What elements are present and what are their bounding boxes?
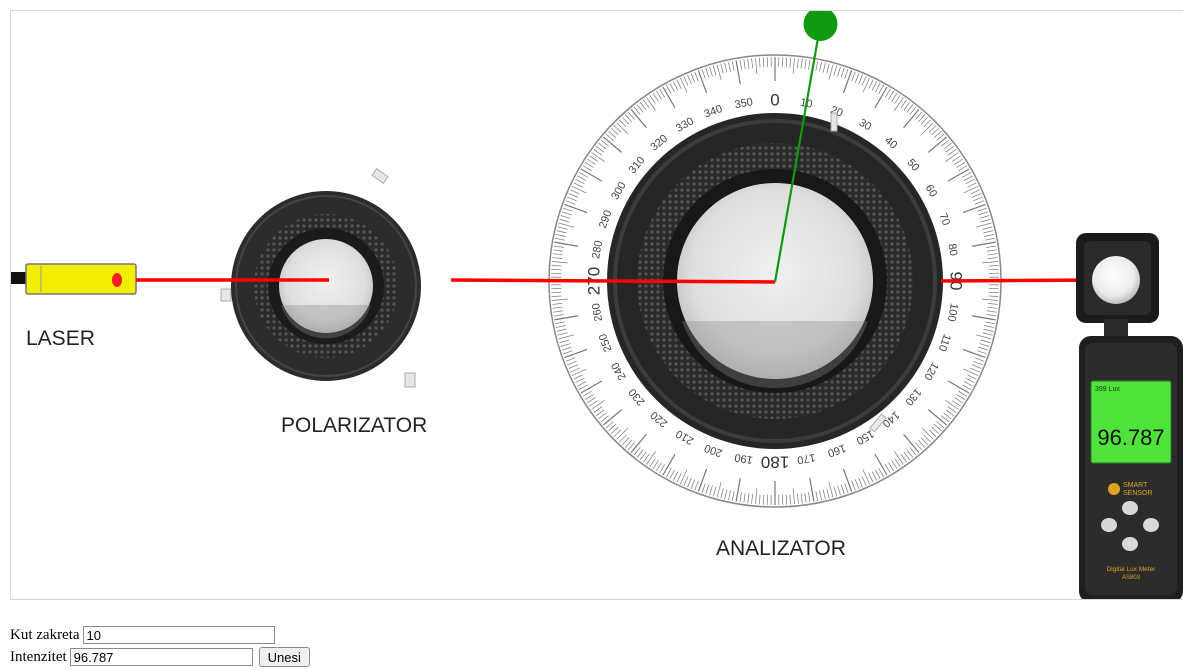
angle-row: Kut zakreta xyxy=(10,624,310,646)
intensity-input[interactable] xyxy=(69,648,253,666)
lux-reading: 96.787 xyxy=(1097,425,1164,450)
scale-label: 180 xyxy=(761,453,789,472)
analyzer-label: ANALIZATOR xyxy=(716,537,846,560)
intensity-label: Intenzitet xyxy=(10,648,67,665)
scale-label: 0 xyxy=(770,90,779,109)
laser xyxy=(11,263,137,295)
meter-button-bottom[interactable] xyxy=(1122,537,1138,551)
meter-button-left[interactable] xyxy=(1101,518,1117,532)
angle-label: Kut zakreta xyxy=(10,626,80,643)
model-line1: Digital Lux Meter xyxy=(1107,566,1157,573)
optics-scene: LASER POLARIZATOR 0102030405060708090100… xyxy=(11,10,1183,599)
polarizer-label: POLARIZATOR xyxy=(281,414,427,437)
laser-label: LASER xyxy=(26,327,95,350)
control-form: Kut zakreta Intenzitet Unesi xyxy=(10,624,310,668)
svg-text:399 Lux: 399 Lux xyxy=(1095,386,1120,393)
model-line2: AS803 xyxy=(1122,575,1141,581)
meter-button-right[interactable] xyxy=(1143,518,1159,532)
brand-line1: SMART xyxy=(1123,482,1148,489)
meter-button-top[interactable] xyxy=(1122,501,1138,515)
lux-display xyxy=(1090,380,1172,464)
intensity-row: Intenzitet Unesi xyxy=(10,646,310,668)
brand-line2: SENSOR xyxy=(1123,490,1153,497)
angle-input[interactable] xyxy=(82,626,275,644)
lux-sensor xyxy=(1092,256,1140,304)
optics-canvas: LASER POLARIZATOR 0102030405060708090100… xyxy=(10,10,1183,600)
lux-meter: 399 Lux 96.787 SMART SENSOR Digital Lux … xyxy=(1076,233,1183,599)
pointer-handle[interactable] xyxy=(803,10,838,41)
polarizer xyxy=(220,168,421,388)
submit-button[interactable]: Unesi xyxy=(258,647,310,667)
scale-label: 80 xyxy=(945,243,959,257)
laser-beam xyxy=(136,278,1112,284)
